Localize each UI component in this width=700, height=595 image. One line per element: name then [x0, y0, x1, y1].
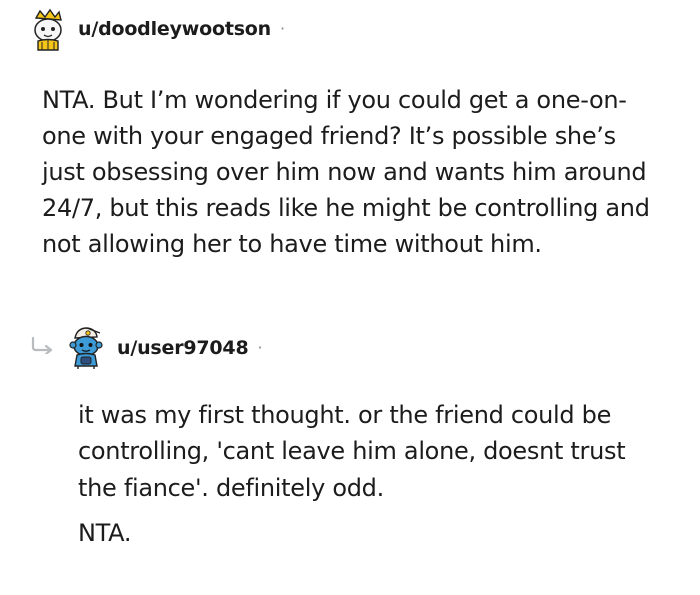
reply-arrow-icon	[30, 336, 56, 356]
separator-dot: ·	[280, 19, 286, 38]
comment-body-line: NTA. But I’m wondering if you could get …	[42, 86, 627, 114]
commenter-avatar[interactable]	[28, 8, 68, 52]
reply-header: u/user97048 ·	[117, 335, 263, 361]
snoo-avatar-yellow-hat-icon	[34, 8, 62, 51]
reply-avatar[interactable]	[66, 324, 106, 370]
reply-body-line: it was my first thought. or the friend c…	[78, 401, 612, 429]
reply-body-line: controlling, 'cant leave him alone, does…	[78, 437, 626, 465]
reply-body-line: the fiance'. definitely odd.	[78, 474, 384, 502]
comment-body-line: 24/7, but this reads like he might be co…	[42, 194, 650, 222]
comment-body-line: not allowing her to have time without hi…	[42, 230, 542, 258]
comment-body-line: one with your engaged friend? It’s possi…	[42, 122, 616, 150]
reply-username-link[interactable]: u/user97048	[117, 337, 249, 359]
comment-header: u/doodleywootson ·	[78, 16, 285, 42]
comment-username-link[interactable]: u/doodleywootson	[78, 18, 271, 40]
snoo-avatar-blue-cap-icon	[69, 327, 103, 369]
separator-dot: ·	[257, 338, 263, 357]
reply-closing-line: NTA.	[78, 519, 132, 547]
comment-body-line: just obsessing over him now and wants hi…	[42, 158, 647, 186]
